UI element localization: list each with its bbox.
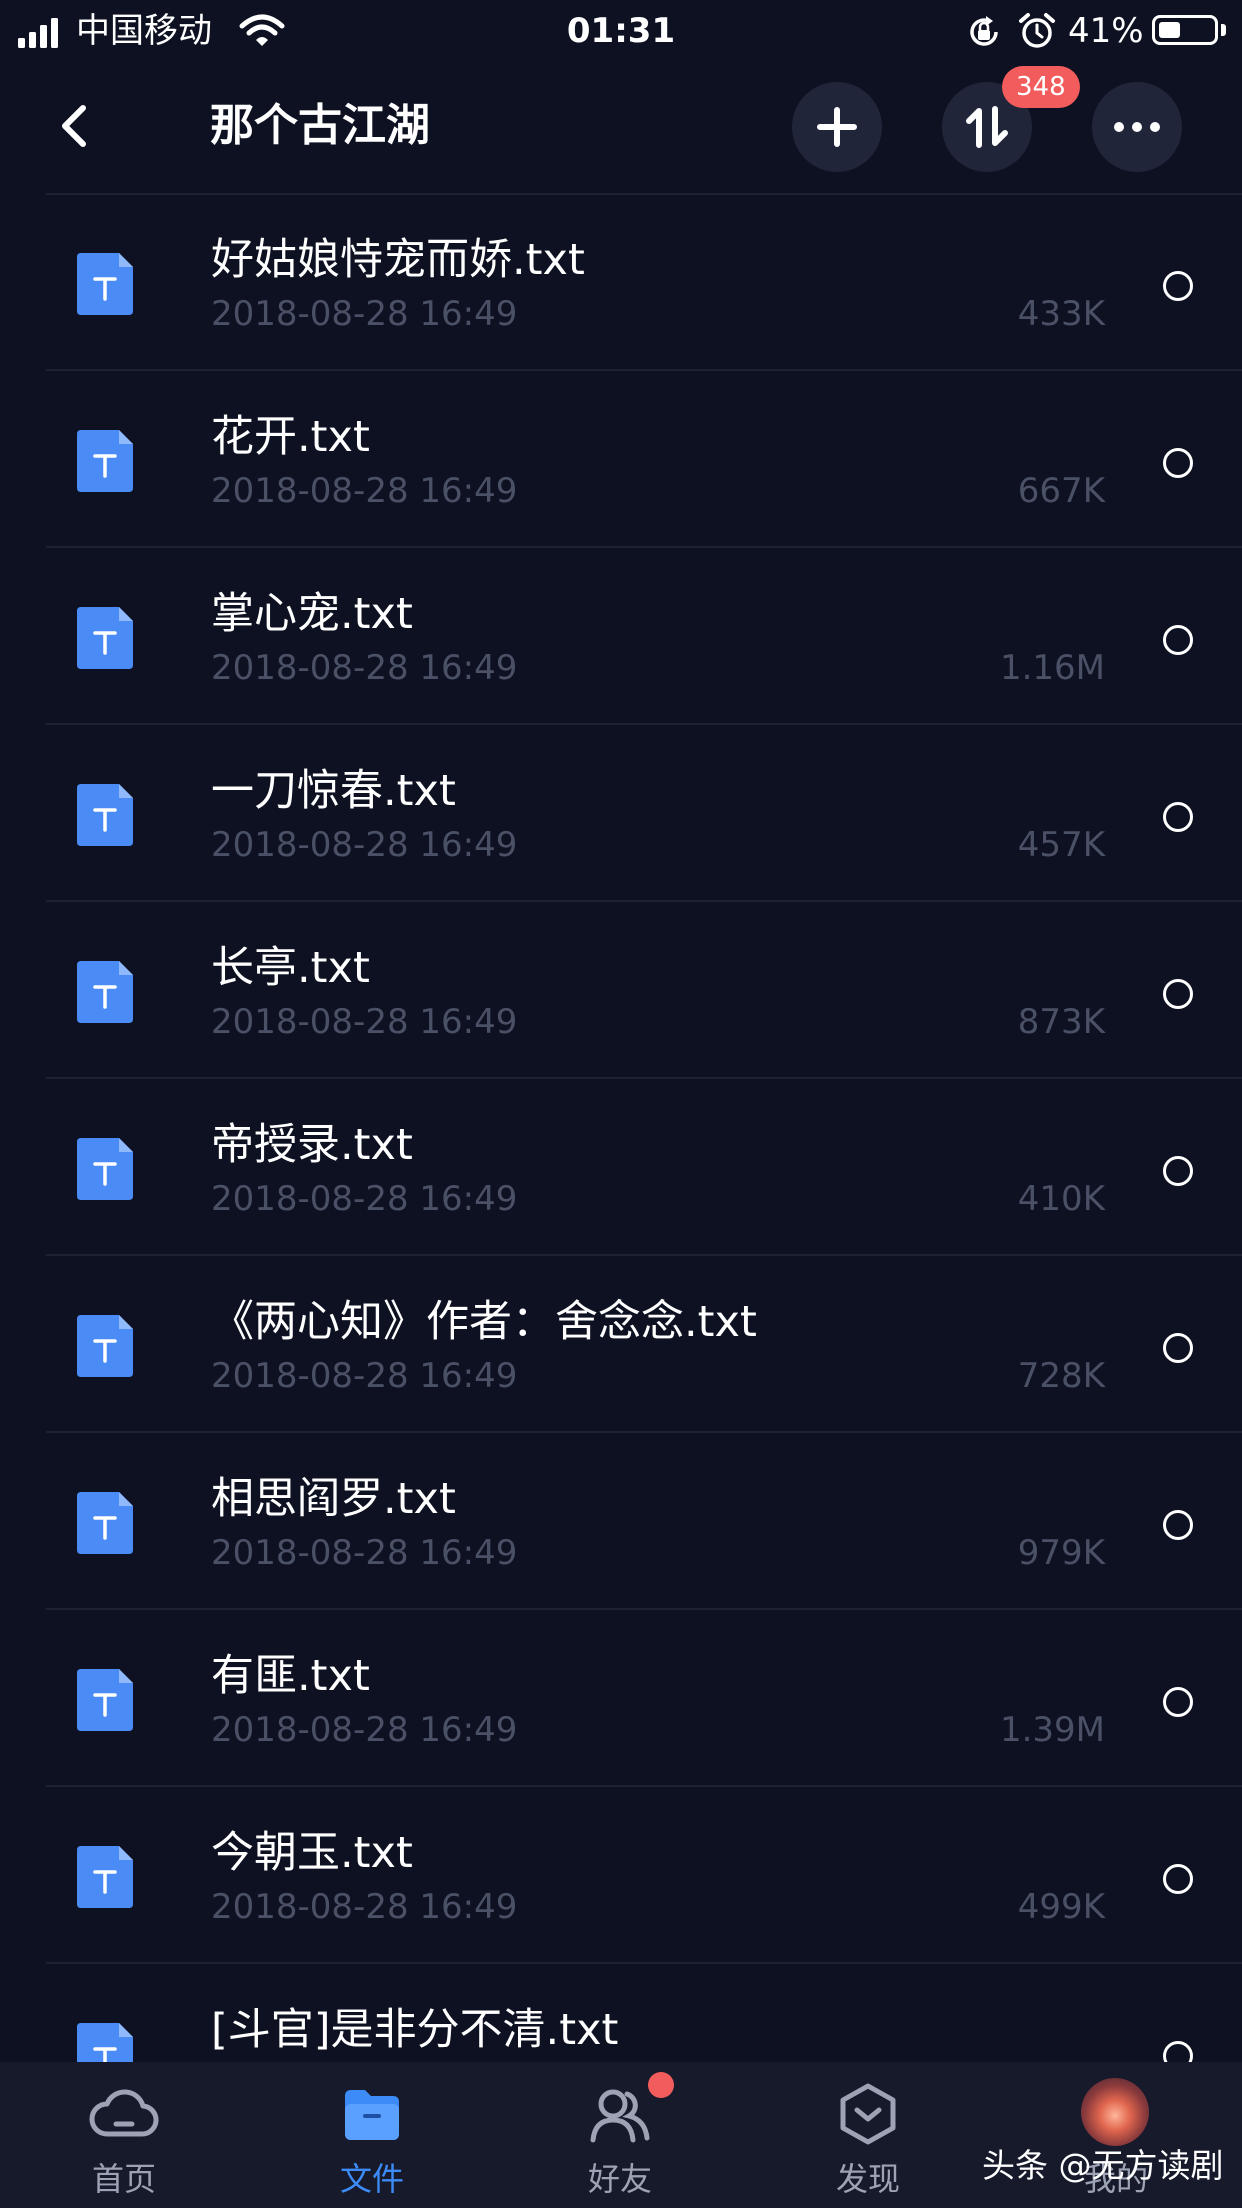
file-row[interactable]: 花开.txt 2018-08-28 16:49 667K bbox=[46, 371, 1242, 548]
file-name: [斗官]是非分不清.txt bbox=[211, 2005, 619, 2055]
file-row[interactable]: [斗官]是非分不清.txt bbox=[46, 1964, 1242, 2062]
alarm-icon bbox=[1019, 13, 1055, 48]
tab-label: 发现 bbox=[835, 2160, 900, 2198]
file-date: 2018-08-28 16:49 bbox=[211, 1887, 518, 1927]
file-date: 2018-08-28 16:49 bbox=[211, 1533, 518, 1573]
battery-percent: 41% bbox=[1068, 11, 1144, 51]
watermark: 头条 @无方读剧 bbox=[982, 2146, 1224, 2185]
folder-icon bbox=[345, 2090, 399, 2140]
select-radio[interactable] bbox=[1163, 1156, 1193, 1186]
file-size: 979K bbox=[1017, 1533, 1105, 1573]
select-radio[interactable] bbox=[1163, 802, 1193, 832]
file-row[interactable]: 一刀惊春.txt 2018-08-28 16:49 457K bbox=[46, 725, 1242, 902]
file-name: 有匪.txt bbox=[211, 1651, 370, 1701]
tab-label: 好友 bbox=[587, 2160, 652, 2198]
select-radio[interactable] bbox=[1163, 1687, 1193, 1717]
battery-level bbox=[1159, 22, 1180, 38]
file-size: 873K bbox=[1017, 1002, 1105, 1042]
select-radio[interactable] bbox=[1163, 271, 1193, 301]
text-file-icon bbox=[77, 430, 133, 492]
page-title: 那个古江湖 bbox=[210, 100, 430, 151]
battery-icon bbox=[1152, 15, 1218, 45]
more-button[interactable] bbox=[1092, 82, 1182, 172]
tab-files[interactable]: 文件 bbox=[248, 2062, 496, 2208]
select-radio[interactable] bbox=[1163, 2041, 1193, 2062]
file-size: 433K bbox=[1017, 294, 1105, 334]
file-name: 相思阎罗.txt bbox=[211, 1474, 456, 1524]
tab-friends[interactable]: 好友 bbox=[496, 2062, 744, 2208]
text-file-icon bbox=[77, 1492, 133, 1554]
file-row[interactable]: 长亭.txt 2018-08-28 16:49 873K bbox=[46, 902, 1242, 1079]
more-icon bbox=[1114, 122, 1160, 132]
file-date: 2018-08-28 16:49 bbox=[211, 471, 518, 511]
file-name: 掌心宠.txt bbox=[211, 589, 413, 639]
file-date: 2018-08-28 16:49 bbox=[211, 294, 518, 334]
file-name: 花开.txt bbox=[211, 412, 370, 462]
file-row[interactable]: 帝授录.txt 2018-08-28 16:49 410K bbox=[46, 1079, 1242, 1256]
file-list: 好姑娘恃宠而娇.txt 2018-08-28 16:49 433K 花开.txt… bbox=[0, 194, 1242, 2062]
select-radio[interactable] bbox=[1163, 448, 1193, 478]
cloud-icon bbox=[89, 2089, 159, 2137]
header: 那个古江湖 348 bbox=[0, 62, 1242, 195]
transfer-count-badge: 348 bbox=[1002, 66, 1080, 108]
file-date: 2018-08-28 16:49 bbox=[211, 1710, 518, 1750]
file-size: 499K bbox=[1017, 1887, 1105, 1927]
file-size: 728K bbox=[1017, 1356, 1105, 1396]
text-file-icon bbox=[77, 961, 133, 1023]
tab-discover[interactable]: 发现 bbox=[744, 2062, 992, 2208]
file-date: 2018-08-28 16:49 bbox=[211, 1179, 518, 1219]
discover-icon bbox=[840, 2083, 896, 2145]
rotation-lock-icon bbox=[970, 16, 998, 46]
file-name: 一刀惊春.txt bbox=[211, 766, 456, 816]
text-file-icon bbox=[77, 2023, 133, 2062]
tab-home[interactable]: 首页 bbox=[0, 2062, 248, 2208]
file-name: 《两心知》作者：舍念念.txt bbox=[211, 1297, 757, 1347]
file-name: 今朝玉.txt bbox=[211, 1828, 413, 1878]
text-file-icon bbox=[77, 1846, 133, 1908]
transfer-icon bbox=[966, 106, 1008, 148]
notification-dot bbox=[648, 2072, 674, 2098]
avatar bbox=[1081, 2078, 1149, 2146]
text-file-icon bbox=[77, 607, 133, 669]
file-row[interactable]: 今朝玉.txt 2018-08-28 16:49 499K bbox=[46, 1787, 1242, 1964]
select-radio[interactable] bbox=[1163, 1864, 1193, 1894]
text-file-icon bbox=[77, 253, 133, 315]
file-date: 2018-08-28 16:49 bbox=[211, 1002, 518, 1042]
file-size: 1.16M bbox=[999, 648, 1105, 688]
screen: 中国移动 01:31 41% 那个古江湖 348 好姑娘恃宠而娇.txt 201… bbox=[0, 0, 1242, 2208]
select-radio[interactable] bbox=[1163, 979, 1193, 1009]
text-file-icon bbox=[77, 1315, 133, 1377]
friends-icon bbox=[590, 2089, 650, 2143]
file-size: 1.39M bbox=[999, 1710, 1105, 1750]
status-bar: 中国移动 01:31 41% bbox=[0, 0, 1242, 62]
back-icon bbox=[62, 105, 86, 147]
file-size: 667K bbox=[1017, 471, 1105, 511]
tab-label: 文件 bbox=[339, 2160, 404, 2198]
file-row[interactable]: 《两心知》作者：舍念念.txt 2018-08-28 16:49 728K bbox=[46, 1256, 1242, 1433]
file-date: 2018-08-28 16:49 bbox=[211, 1356, 518, 1396]
file-date: 2018-08-28 16:49 bbox=[211, 648, 518, 688]
select-radio[interactable] bbox=[1163, 625, 1193, 655]
file-name: 帝授录.txt bbox=[211, 1120, 413, 1170]
file-date: 2018-08-28 16:49 bbox=[211, 825, 518, 865]
file-row[interactable]: 有匪.txt 2018-08-28 16:49 1.39M bbox=[46, 1610, 1242, 1787]
file-name: 好姑娘恃宠而娇.txt bbox=[211, 235, 585, 285]
file-row[interactable]: 相思阎罗.txt 2018-08-28 16:49 979K bbox=[46, 1433, 1242, 1610]
battery-nub bbox=[1221, 24, 1226, 36]
text-file-icon bbox=[77, 1138, 133, 1200]
text-file-icon bbox=[77, 784, 133, 846]
tab-label: 首页 bbox=[91, 2160, 156, 2198]
file-size: 410K bbox=[1017, 1179, 1105, 1219]
add-icon bbox=[817, 107, 857, 147]
select-radio[interactable] bbox=[1163, 1510, 1193, 1540]
back-button[interactable] bbox=[44, 92, 104, 160]
text-file-icon bbox=[77, 1669, 133, 1731]
select-radio[interactable] bbox=[1163, 1333, 1193, 1363]
file-name: 长亭.txt bbox=[211, 943, 370, 993]
file-row[interactable]: 好姑娘恃宠而娇.txt 2018-08-28 16:49 433K bbox=[46, 194, 1242, 371]
file-row[interactable]: 掌心宠.txt 2018-08-28 16:49 1.16M bbox=[46, 548, 1242, 725]
add-button[interactable] bbox=[792, 82, 882, 172]
file-size: 457K bbox=[1017, 825, 1105, 865]
